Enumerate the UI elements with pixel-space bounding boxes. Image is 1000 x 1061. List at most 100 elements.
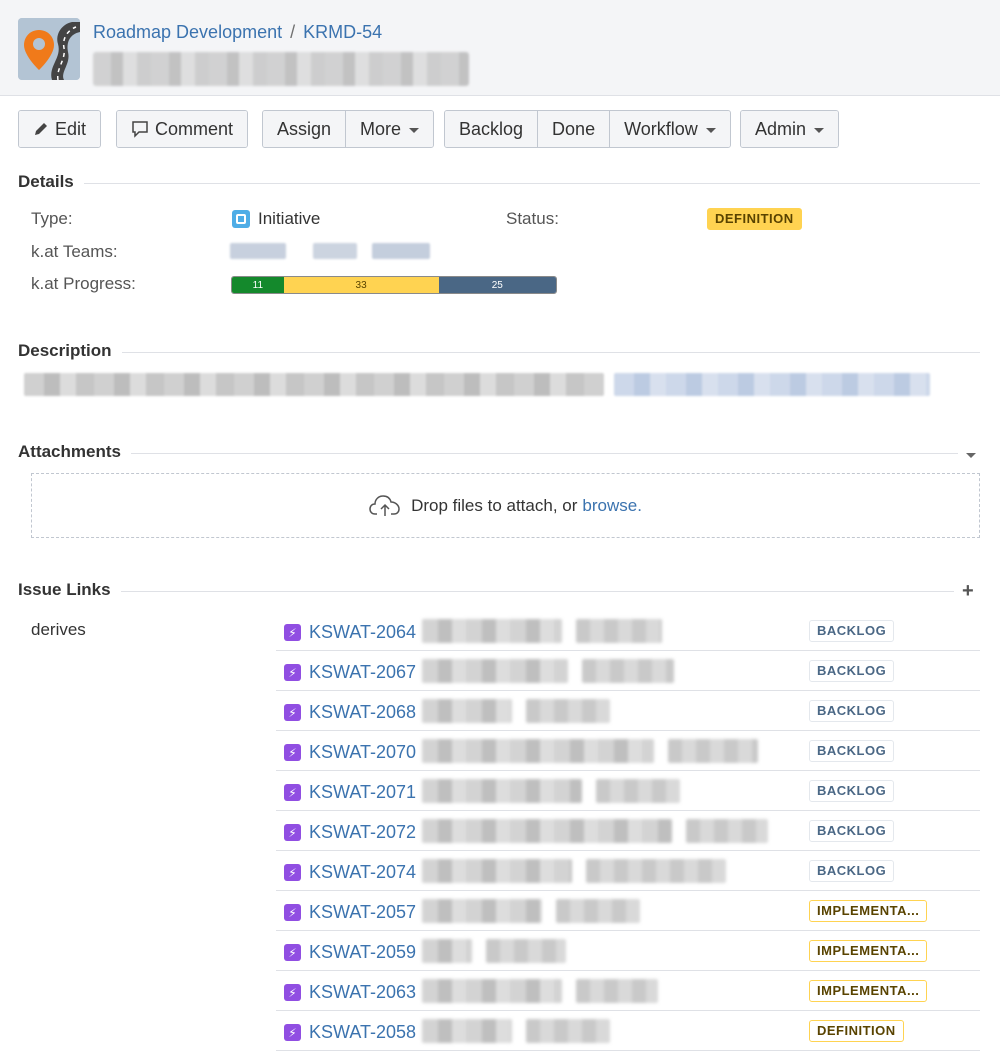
admin-button[interactable]: Admin [741,111,839,147]
issue-summary-redacted[interactable] [422,1019,512,1043]
attachments-heading[interactable]: Attachments [18,442,131,462]
issue-summary-redacted[interactable] [526,699,610,723]
attachments-divider [18,453,958,454]
issue-summary-redacted[interactable] [486,939,566,963]
attachment-dropzone[interactable]: Drop files to attach, or browse. [31,473,980,538]
issue-summary-redacted[interactable] [686,819,768,843]
comment-button[interactable]: Comment [117,111,248,147]
issue-link-status: IMPLEMENTA... [809,900,928,922]
breadcrumb-issue-key-link[interactable]: KRMD-54 [303,22,382,42]
issue-link-status: BACKLOG [809,860,895,882]
browse-link[interactable]: browse. [582,496,642,516]
issue-link-key-text: KSWAT-2059 [309,942,417,962]
comment-group: Comment [116,110,249,148]
attachments-options-chevron-icon[interactable] [964,446,976,458]
issue-link-key[interactable]: ⚡ KSWAT-2064 [284,622,416,643]
issue-summary-redacted[interactable] [576,979,658,1003]
add-link-plus-icon[interactable]: + [962,580,974,603]
comment-icon [132,121,148,138]
issue-summary-redacted[interactable] [422,899,542,923]
issue-summary-redacted[interactable] [596,779,680,803]
status-badge: BACKLOG [809,660,895,682]
issue-link-key[interactable]: ⚡ KSWAT-2072 [284,822,416,843]
issue-link-key[interactable]: ⚡ KSWAT-2058 [284,1022,416,1043]
epic-lightning-icon: ⚡ [284,1024,301,1041]
team-redacted[interactable] [313,243,357,259]
assign-button[interactable]: Assign [263,111,347,147]
team-redacted[interactable] [372,243,430,259]
issue-summary-redacted[interactable] [576,619,662,643]
issue-summary-redacted[interactable] [668,739,758,763]
issue-summary-redacted[interactable] [93,52,469,86]
issue-summary-redacted[interactable] [556,899,640,923]
epic-lightning-icon: ⚡ [284,664,301,681]
breadcrumb-project-link[interactable]: Roadmap Development [93,22,282,42]
issue-link-key-text: KSWAT-2058 [309,1022,417,1042]
description-divider [18,352,980,353]
status-badge: BACKLOG [809,780,895,802]
status-badge: DEFINITION [707,208,802,230]
breadcrumb: Roadmap Development / KRMD-54 [93,22,382,43]
issue-link-key-text: KSWAT-2064 [309,622,417,642]
type-value-text: Initiative [258,209,321,228]
issue-link-row: ⚡ KSWAT-2074 BACKLOG [276,851,980,891]
issue-summary-redacted[interactable] [422,779,582,803]
workflow-button[interactable]: Workflow [610,111,730,147]
epic-lightning-icon: ⚡ [284,944,301,961]
issue-link-key[interactable]: ⚡ KSWAT-2071 [284,782,416,803]
epic-lightning-icon: ⚡ [284,904,301,921]
issue-link-key-text: KSWAT-2071 [309,782,417,802]
admin-group: Admin [740,110,840,148]
cloud-upload-icon [369,494,400,516]
epic-lightning-icon: ⚡ [284,744,301,761]
issue-summary-redacted[interactable] [422,979,562,1003]
issue-header: Roadmap Development / KRMD-54 [0,0,1000,96]
issue-link-key[interactable]: ⚡ KSWAT-2063 [284,982,416,1003]
issue-link-key-text: KSWAT-2074 [309,862,417,882]
issue-link-status: IMPLEMENTA... [809,980,928,1002]
chevron-down-icon [409,127,420,133]
details-heading[interactable]: Details [18,172,84,192]
issue-summary-redacted[interactable] [586,859,726,883]
more-button[interactable]: More [346,111,434,147]
issue-link-key[interactable]: ⚡ KSWAT-2057 [284,902,416,923]
issue-link-key[interactable]: ⚡ KSWAT-2074 [284,862,416,883]
progress-in-progress-segment: 33 [283,277,439,293]
issue-summary-redacted[interactable] [582,659,674,683]
issue-link-key-text: KSWAT-2070 [309,742,417,762]
issue-link-status: DEFINITION [809,1020,904,1042]
backlog-button[interactable]: Backlog [445,111,539,147]
issue-link-key[interactable]: ⚡ KSWAT-2068 [284,702,416,723]
status-badge: IMPLEMENTA... [809,980,928,1002]
issue-link-key-text: KSWAT-2068 [309,702,417,722]
issue-summary-redacted[interactable] [422,699,512,723]
project-avatar[interactable] [18,18,80,80]
progress-bar[interactable]: 11 33 25 [231,276,557,294]
issue-link-key[interactable]: ⚡ KSWAT-2067 [284,662,416,683]
issue-link-key[interactable]: ⚡ KSWAT-2070 [284,742,416,763]
team-redacted[interactable] [230,243,286,259]
progress-todo-segment: 25 [438,277,556,293]
description-heading[interactable]: Description [18,341,122,361]
issue-links-heading[interactable]: Issue Links [18,580,121,600]
issue-summary-redacted[interactable] [422,939,472,963]
status-label: Status: [506,209,559,228]
issue-link-status: IMPLEMENTA... [809,940,928,962]
issue-summary-redacted[interactable] [422,859,572,883]
issue-link-row: ⚡ KSWAT-2064 BACKLOG [276,611,980,651]
chevron-down-icon [705,127,716,133]
issue-summary-redacted[interactable] [422,659,568,683]
issue-link-key[interactable]: ⚡ KSWAT-2059 [284,942,416,963]
issue-summary-redacted[interactable] [422,819,672,843]
description-link-redacted[interactable] [614,373,930,396]
issue-summary-redacted[interactable] [422,619,562,643]
edit-button[interactable]: Edit [19,111,101,147]
issue-summary-redacted[interactable] [526,1019,610,1043]
done-button-label: Done [552,118,596,139]
comment-button-label: Comment [155,118,234,139]
more-button-label: More [360,118,402,139]
issue-summary-redacted[interactable] [422,739,654,763]
chevron-down-icon [814,127,825,133]
done-button[interactable]: Done [538,111,611,147]
progress-label: k.at Progress: [31,274,136,293]
